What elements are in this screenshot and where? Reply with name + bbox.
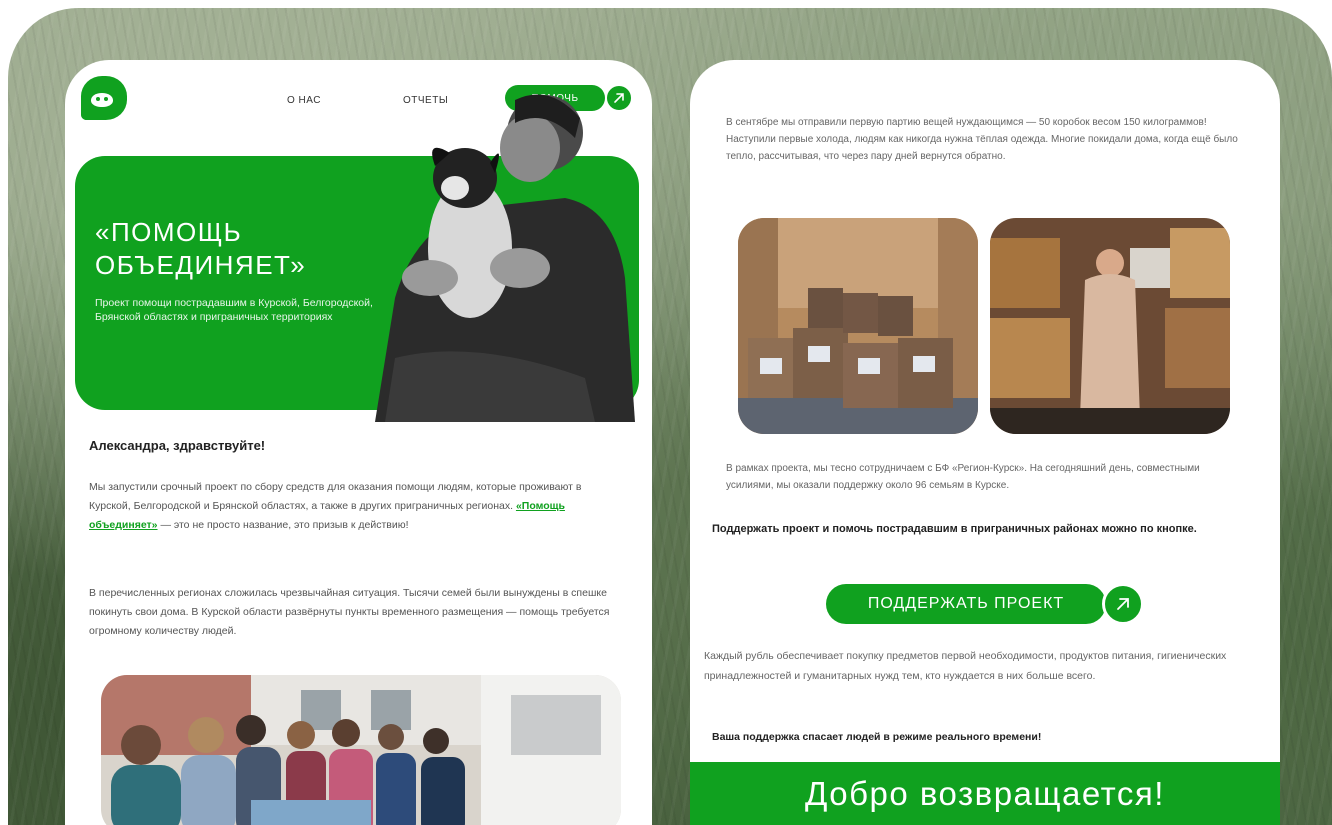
warehouse-woman-photo <box>990 218 1230 434</box>
hero-subtitle: Проект помощи пострадавшим в Курской, Бе… <box>95 297 373 323</box>
cta-text: Поддержать проект и помочь пострадавшим … <box>712 523 1197 535</box>
shipment-paragraph: В сентябре мы отправили первую партию ве… <box>726 117 1238 162</box>
crowd-photo <box>101 675 621 825</box>
email-page-right: В сентябре мы отправили первую партию ве… <box>690 60 1280 825</box>
boxes-in-truck-photo <box>738 218 978 434</box>
greeting: Александра, здравствуйте! <box>89 438 266 453</box>
arrow-up-right-icon <box>1117 598 1129 610</box>
intro-text-end: — это не просто название, это призыв к д… <box>157 519 409 531</box>
closing-text: Ваша поддержка спасает людей в режиме ре… <box>712 731 1042 743</box>
hero-title: «ПОМОЩЬ ОБЪЕДИНЯЕТ» <box>95 217 307 280</box>
intro-text-start: Мы запустили срочный проект по сбору сре… <box>89 481 582 512</box>
brand-logo[interactable] <box>81 76 127 120</box>
man-with-dog-photo <box>375 94 635 422</box>
logo-eye-right <box>104 97 108 101</box>
logo-face <box>91 93 113 107</box>
impact-paragraph: Каждый рубль обеспечивает покупку предме… <box>704 650 1227 682</box>
email-page-left: О НАС ОТЧЕТЫ ПОМОЧЬ «ПОМОЩЬ ОБЪЕДИНЯЕТ» … <box>65 60 652 825</box>
footer-banner: Добро возвращается! <box>690 762 1280 825</box>
situation-paragraph: В перечисленных регионах сложилась чрезв… <box>89 587 610 637</box>
logo-eye-left <box>96 97 100 101</box>
intro-paragraph: Мы запустили срочный проект по сбору сре… <box>89 478 625 535</box>
support-project-button[interactable]: ПОДДЕРЖАТЬ ПРОЕКТ <box>826 584 1106 624</box>
support-project-arrow-button[interactable] <box>1102 583 1144 625</box>
nav-about-link[interactable]: О НАС <box>287 95 321 106</box>
partnership-paragraph: В рамках проекта, мы тесно сотрудничаем … <box>726 463 1200 491</box>
